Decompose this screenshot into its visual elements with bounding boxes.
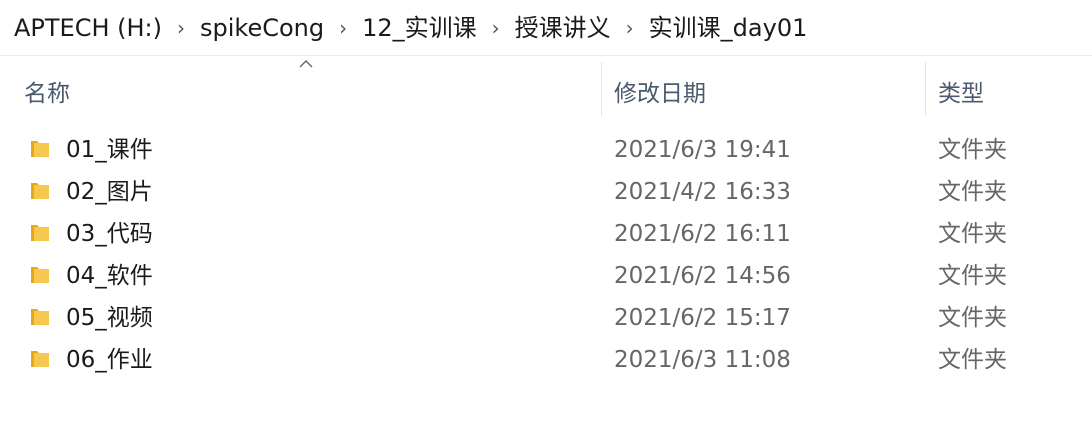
breadcrumb-item-lecture-notes[interactable]: 授课讲义 [515, 0, 611, 56]
breadcrumb-item-drive[interactable]: APTECH (H:) [14, 0, 162, 56]
breadcrumb-item-spikecong[interactable]: spikeCong [200, 0, 324, 56]
file-name[interactable]: 02_图片 [66, 171, 153, 213]
column-header-date[interactable]: 修改日期 [614, 74, 924, 114]
file-row[interactable]: 02_图片 2021/4/2 16:33 文件夹 [0, 171, 1092, 213]
file-row[interactable]: 03_代码 2021/6/2 16:11 文件夹 [0, 213, 1092, 255]
file-type: 文件夹 [938, 263, 1007, 289]
chevron-right-icon[interactable]: › [477, 0, 515, 56]
breadcrumb-item-day01[interactable]: 实训课_day01 [649, 0, 808, 56]
file-name[interactable]: 01_课件 [66, 129, 153, 171]
file-type: 文件夹 [938, 179, 1007, 205]
folder-icon [31, 267, 49, 283]
file-name[interactable]: 04_软件 [66, 255, 153, 297]
file-date: 2021/6/3 19:41 [614, 137, 791, 163]
file-type: 文件夹 [938, 305, 1007, 331]
file-type: 文件夹 [938, 221, 1007, 247]
file-date: 2021/6/2 14:56 [614, 263, 791, 289]
breadcrumb-item-12-shixunke[interactable]: 12_实训课 [362, 0, 477, 56]
file-row[interactable]: 01_课件 2021/6/3 19:41 文件夹 [0, 129, 1092, 171]
column-header-type[interactable]: 类型 [938, 74, 1088, 114]
file-row[interactable]: 05_视频 2021/6/2 15:17 文件夹 [0, 297, 1092, 339]
file-type: 文件夹 [938, 137, 1007, 163]
column-divider[interactable] [925, 62, 926, 116]
file-row[interactable]: 04_软件 2021/6/2 14:56 文件夹 [0, 255, 1092, 297]
folder-icon [31, 225, 49, 241]
folder-icon [31, 351, 49, 367]
folder-icon [31, 183, 49, 199]
file-type: 文件夹 [938, 347, 1007, 373]
file-name[interactable]: 06_作业 [66, 339, 153, 381]
file-row[interactable]: 06_作业 2021/6/3 11:08 文件夹 [0, 339, 1092, 381]
file-date: 2021/4/2 16:33 [614, 179, 791, 205]
chevron-right-icon[interactable]: › [611, 0, 649, 56]
chevron-right-icon[interactable]: › [162, 0, 200, 56]
breadcrumb: APTECH (H:) › spikeCong › 12_实训课 › 授课讲义 … [0, 0, 1092, 56]
column-header-name[interactable]: 名称 [24, 74, 600, 114]
file-name[interactable]: 03_代码 [66, 213, 153, 255]
file-date: 2021/6/3 11:08 [614, 347, 791, 373]
folder-icon [31, 141, 49, 157]
folder-icon [31, 309, 49, 325]
file-date: 2021/6/2 15:17 [614, 305, 791, 331]
sort-ascending-icon [299, 60, 313, 68]
column-divider[interactable] [601, 62, 602, 116]
chevron-right-icon[interactable]: › [324, 0, 362, 56]
file-date: 2021/6/2 16:11 [614, 221, 791, 247]
file-name[interactable]: 05_视频 [66, 297, 153, 339]
